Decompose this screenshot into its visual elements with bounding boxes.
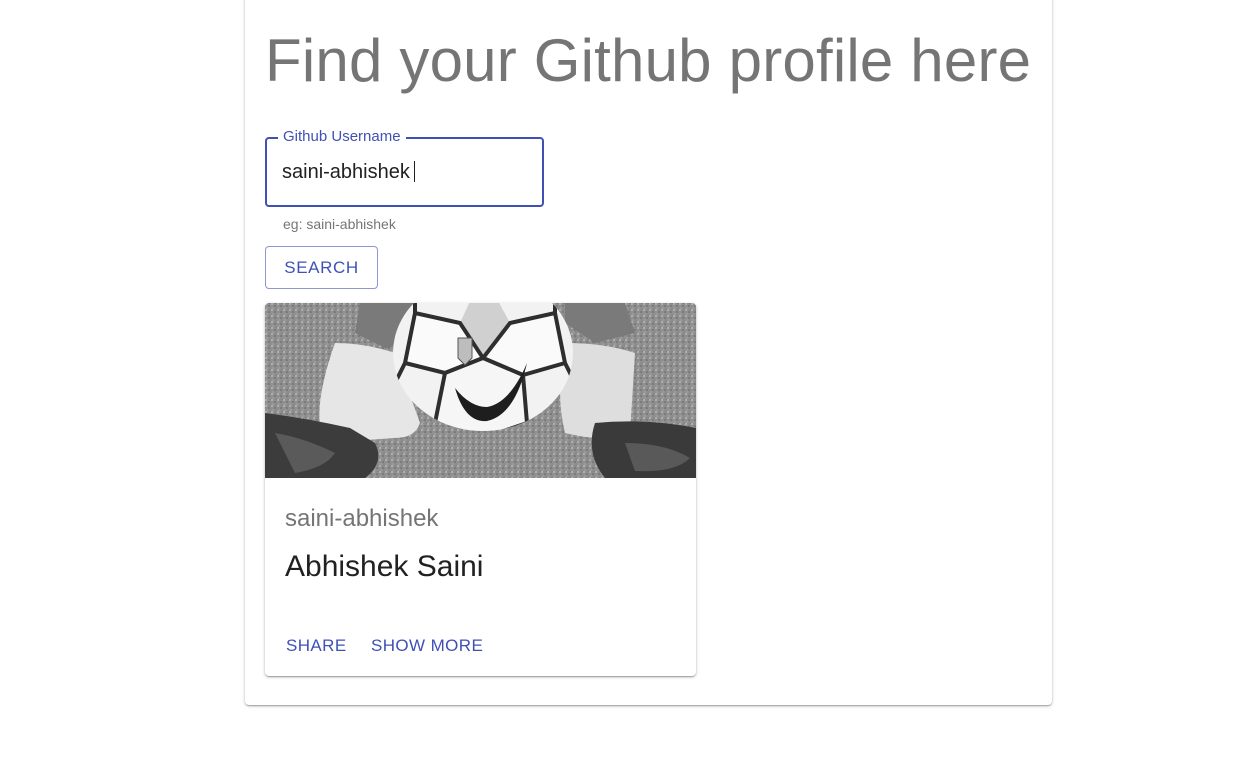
profile-avatar-image bbox=[265, 303, 696, 478]
username-field-label: Github Username bbox=[278, 129, 406, 145]
text-caret bbox=[414, 161, 415, 182]
profile-username: saini-abhishek bbox=[285, 505, 439, 532]
page: Find your Github profile here Github Use… bbox=[0, 0, 1252, 777]
show-more-button[interactable]: SHOW MORE bbox=[371, 636, 483, 656]
username-input[interactable] bbox=[282, 159, 532, 185]
username-field[interactable]: Github Username bbox=[265, 129, 544, 207]
search-button[interactable]: SEARCH bbox=[265, 246, 378, 289]
username-helper-text: eg: saini-abhishek bbox=[283, 216, 396, 232]
page-title: Find your Github profile here bbox=[265, 27, 1032, 94]
profile-name: Abhishek Saini bbox=[285, 550, 484, 583]
share-button[interactable]: SHARE bbox=[286, 636, 347, 656]
profile-card: saini-abhishek Abhishek Saini SHARE SHOW… bbox=[265, 303, 696, 676]
